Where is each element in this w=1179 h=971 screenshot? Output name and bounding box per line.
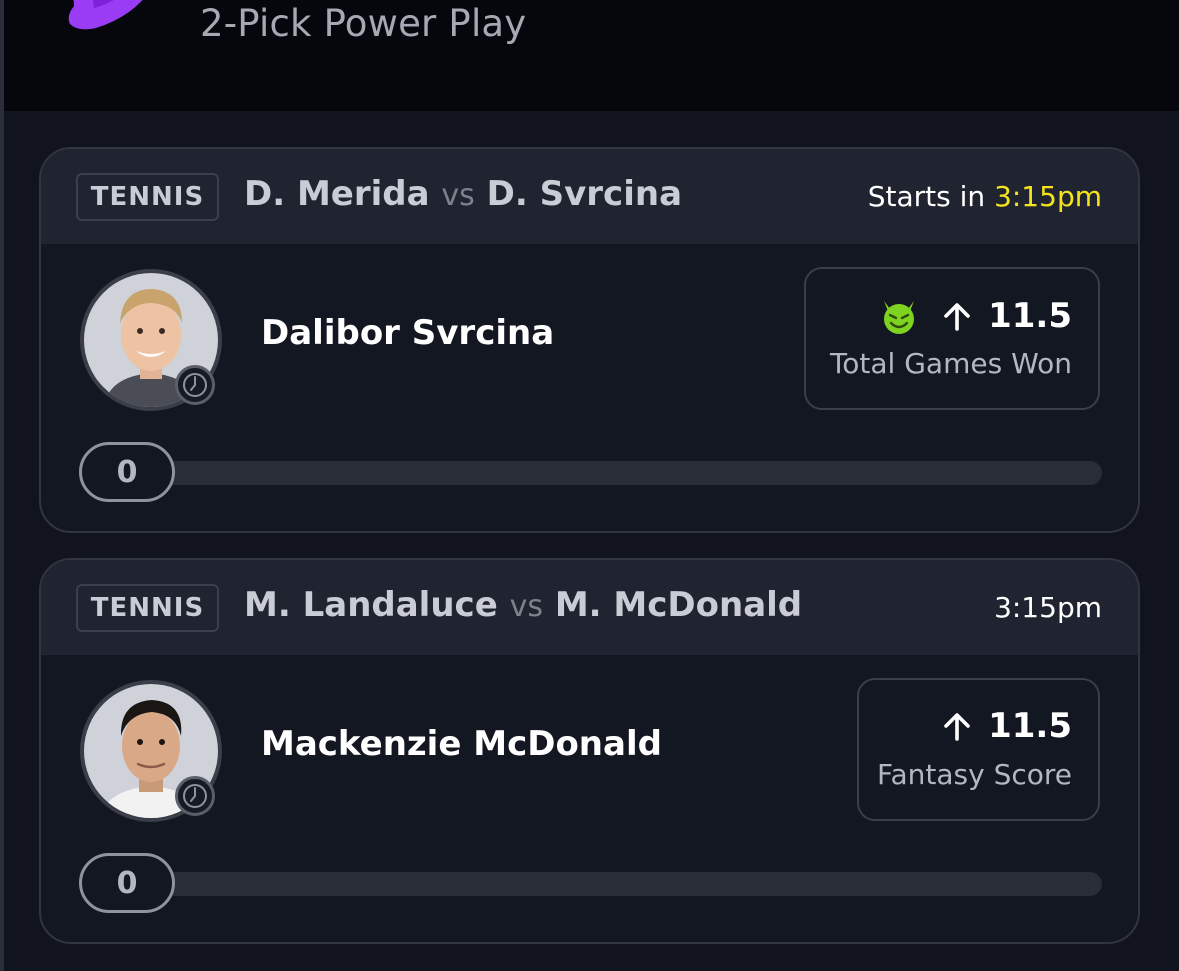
matchup-player-a: M. Landaluce [244,585,498,625]
pick-card[interactable]: TENNIS D. Merida vs D. Svrcina Starts in… [39,147,1140,533]
progress-value: 0 [79,853,175,913]
matchup: D. Merida vs D. Svrcina [244,174,682,214]
clock-icon [175,776,215,816]
player-name: Dalibor Svrcina [261,313,555,353]
pick-card[interactable]: TENNIS M. Landaluce vs M. McDonald 3:15p… [39,558,1140,944]
progress-track [81,872,1102,896]
projection-box[interactable]: 11.5 Total Games Won [804,267,1100,410]
entry-header: 2-Pick Power Play [4,0,1179,111]
matchup-player-a: D. Merida [244,174,430,214]
matchup: M. Landaluce vs M. McDonald [244,585,802,625]
player-name: Mackenzie McDonald [261,724,662,764]
stat-label: Total Games Won [829,347,1072,380]
progress-value: 0 [79,442,175,502]
start-time-value: 3:15pm [994,180,1102,213]
pick-card-header: TENNIS M. Landaluce vs M. McDonald 3:15p… [41,560,1138,655]
left-edge-divider [0,0,4,971]
progress-track [81,461,1102,485]
projection-line: 11.5 [940,706,1072,746]
start-time-prefix: Starts in [867,180,995,213]
clock-icon [175,365,215,405]
matchup-player-b: D. Svrcina [486,174,683,214]
line-value: 11.5 [988,296,1072,336]
up-arrow-icon [944,303,970,331]
demon-face-icon [884,301,915,334]
sport-badge: TENNIS [76,584,219,632]
pick-card-header: TENNIS D. Merida vs D. Svrcina Starts in… [41,149,1138,244]
start-time: Starts in 3:15pm [868,180,1102,213]
entry-title: 2-Pick Power Play [200,2,527,45]
up-arrow-icon [944,713,970,741]
start-time: 3:15pm [994,591,1102,624]
start-time-value: 3:15pm [994,591,1102,624]
projection-line: 11.5 [878,295,1072,337]
matchup-player-b: M. McDonald [554,585,803,625]
app-logo-icon [68,0,143,30]
stat-label: Fantasy Score [876,758,1072,791]
sport-badge: TENNIS [76,173,219,221]
matchup-vs: vs [509,589,543,624]
line-value: 11.5 [988,706,1072,746]
projection-box[interactable]: 11.5 Fantasy Score [857,678,1100,821]
page: 2-Pick Power Play TENNIS D. Merida vs D.… [0,0,1179,971]
matchup-vs: vs [441,178,475,213]
